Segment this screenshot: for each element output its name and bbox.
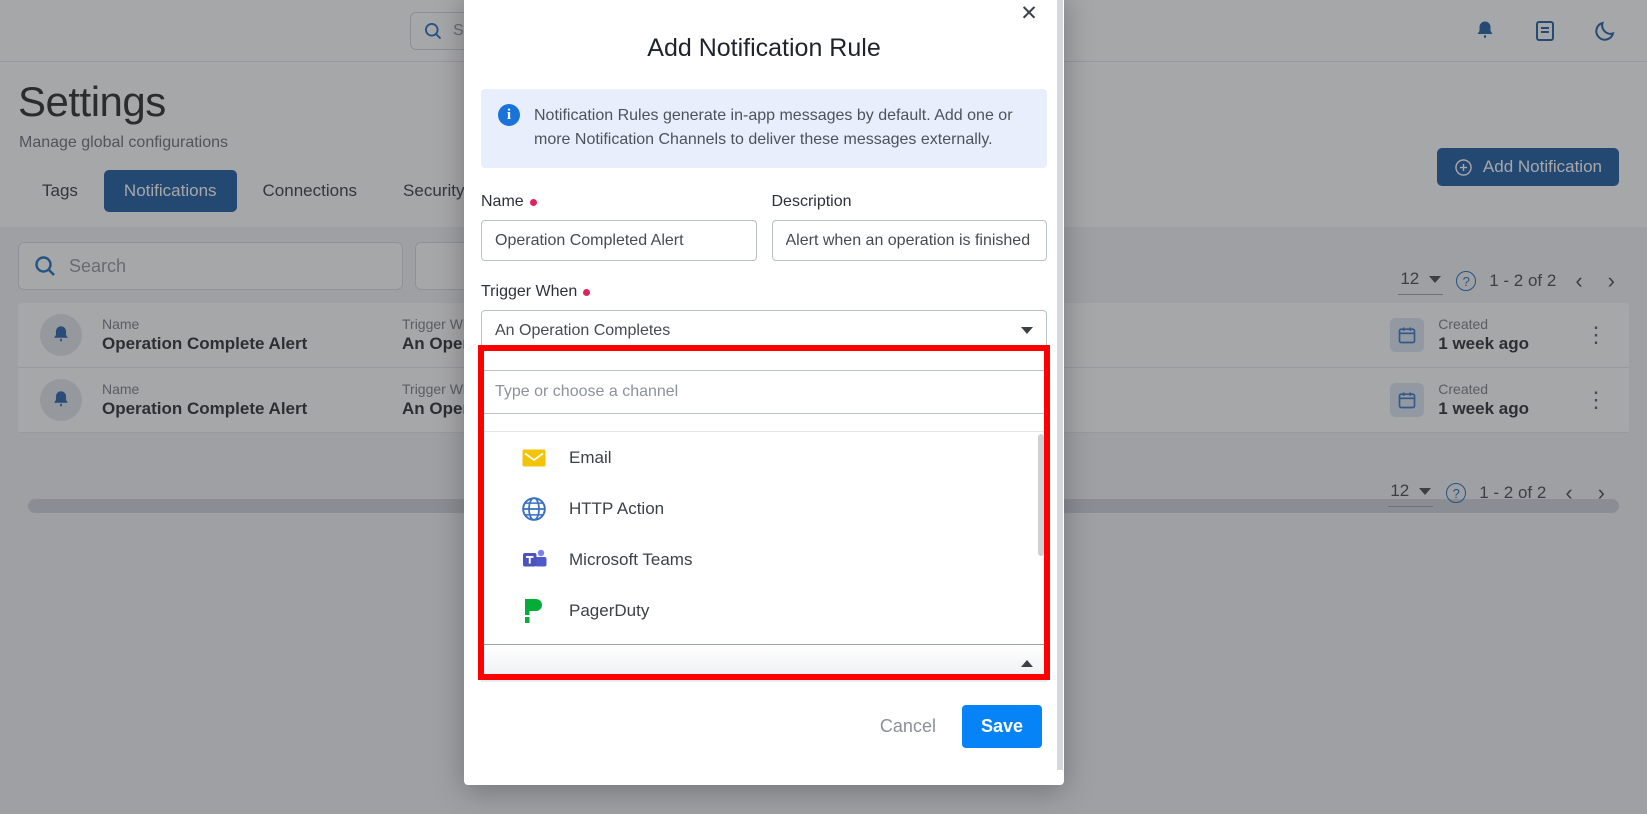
info-banner: i Notification Rules generate in-app mes…: [481, 89, 1047, 169]
channel-list-scrollbar[interactable]: [1038, 434, 1044, 557]
channel-option-label: PagerDuty: [569, 600, 650, 620]
channel-option-label: Email: [569, 447, 612, 467]
channel-search-input[interactable]: [481, 370, 1047, 415]
dialog-title: Add Notification Rule: [647, 34, 881, 62]
channel-option-microsoft-teams[interactable]: Microsoft Teams: [481, 534, 1047, 585]
screen: Search Settings Manage global config: [0, 0, 1647, 814]
required-indicator: [583, 288, 591, 296]
cancel-button[interactable]: Cancel: [868, 707, 948, 746]
name-field-group: Name: [481, 193, 757, 262]
dialog-scrollbar[interactable]: [1057, 0, 1063, 770]
channel-option-label: Microsoft Teams: [569, 549, 693, 569]
required-indicator: [529, 198, 537, 206]
description-input[interactable]: [771, 220, 1047, 262]
channel-option-pagerduty[interactable]: PagerDuty: [481, 585, 1047, 636]
trigger-select-value: An Operation Completes: [495, 321, 671, 339]
chevron-up-icon[interactable]: [1021, 660, 1033, 668]
name-label: Name: [481, 193, 757, 211]
save-button[interactable]: Save: [961, 705, 1042, 748]
channel-list-collapse-bar[interactable]: [481, 644, 1047, 683]
dialog-footer: Cancel Save: [868, 705, 1042, 748]
name-description-row: Name Description: [481, 193, 1047, 262]
globe-icon: [521, 496, 547, 522]
description-label: Description: [771, 193, 852, 211]
name-input[interactable]: [481, 220, 757, 262]
microsoft-teams-icon: [521, 547, 547, 573]
trigger-field-group: Trigger When An Operation Completes: [481, 283, 1047, 352]
close-icon[interactable]: ✕: [1016, 0, 1042, 26]
email-icon: [521, 445, 547, 471]
info-icon: i: [498, 104, 520, 126]
trigger-select[interactable]: An Operation Completes: [481, 310, 1047, 352]
channel-option-label: HTTP Action: [569, 498, 665, 518]
channel-option-http-action[interactable]: HTTP Action: [481, 483, 1047, 534]
channel-options-list[interactable]: Email HTTP Action Microsoft Teams PagerD…: [481, 431, 1047, 644]
description-field-group: Description: [771, 193, 1047, 262]
add-notification-rule-dialog: ✕ Add Notification Rule i Notification R…: [464, 0, 1064, 785]
info-banner-text: Notification Rules generate in-app messa…: [534, 107, 1013, 148]
notification-channel-picker: Email HTTP Action: [481, 370, 1047, 683]
chevron-down-icon: [1021, 327, 1033, 335]
trigger-label: Trigger When: [481, 283, 1047, 301]
pagerduty-icon: [521, 598, 547, 624]
channel-option-email[interactable]: Email: [481, 432, 1047, 483]
